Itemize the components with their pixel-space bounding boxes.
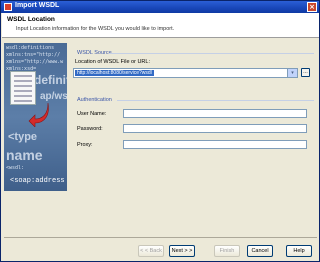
username-label: User Name: bbox=[77, 111, 107, 117]
back-button[interactable]: < < Back bbox=[138, 245, 164, 257]
username-field[interactable] bbox=[123, 109, 307, 118]
window-title: Import WSDL bbox=[15, 2, 60, 9]
help-button[interactable]: Help bbox=[286, 245, 312, 257]
code-line: xmlns:tns="http:// bbox=[6, 52, 61, 58]
chevron-down-icon[interactable]: ▾ bbox=[287, 69, 297, 77]
browse-button[interactable]: ... bbox=[301, 68, 310, 77]
wsdl-location-combobox[interactable]: http://localhost:8080/service?wsdl ▾ bbox=[73, 68, 298, 78]
code-line: <wsdl: bbox=[6, 165, 25, 171]
footer-divider bbox=[4, 237, 317, 238]
cancel-button[interactable]: Cancel bbox=[247, 245, 273, 257]
import-wsdl-dialog: Import WSDL × WSDL Location Input Locati… bbox=[0, 0, 320, 262]
background-text: definiti bbox=[34, 73, 67, 87]
close-button[interactable]: × bbox=[307, 2, 317, 12]
finish-button[interactable]: Finish bbox=[214, 245, 240, 257]
page-title: WSDL Location bbox=[7, 16, 55, 23]
app-icon bbox=[4, 3, 12, 11]
location-label: Location of WSDL File or URL: bbox=[75, 59, 150, 65]
password-label: Password: bbox=[77, 126, 103, 132]
background-text: <type bbox=[8, 131, 38, 143]
title-bar[interactable]: Import WSDL × bbox=[1, 1, 319, 13]
wizard-side-image: wsdl:definitions xmlns:tns="http:// xmln… bbox=[4, 43, 67, 191]
document-icon bbox=[10, 71, 36, 105]
authentication-group-label: Authentication bbox=[77, 97, 112, 103]
code-line: wsdl:definitions bbox=[6, 45, 55, 51]
soap-address-text: <soap:address bbox=[10, 177, 65, 185]
wsdl-location-value: http://localhost:8080/service?wsdl bbox=[75, 70, 154, 76]
wizard-header: WSDL Location Input Location information… bbox=[2, 13, 319, 38]
next-button[interactable]: Next > > bbox=[169, 245, 195, 257]
import-arrow-icon bbox=[28, 102, 49, 127]
proxy-label: Proxy: bbox=[77, 142, 93, 148]
background-text: name bbox=[6, 147, 43, 163]
wsdl-source-group-label: WSDL Source bbox=[77, 50, 112, 56]
group-divider bbox=[109, 53, 314, 54]
group-divider bbox=[117, 100, 314, 101]
code-line: xmlns="http://www.w bbox=[6, 59, 64, 65]
password-field[interactable] bbox=[123, 124, 307, 133]
proxy-field[interactable] bbox=[123, 140, 307, 149]
page-subtitle: Input Location information for the WSDL … bbox=[16, 26, 175, 32]
